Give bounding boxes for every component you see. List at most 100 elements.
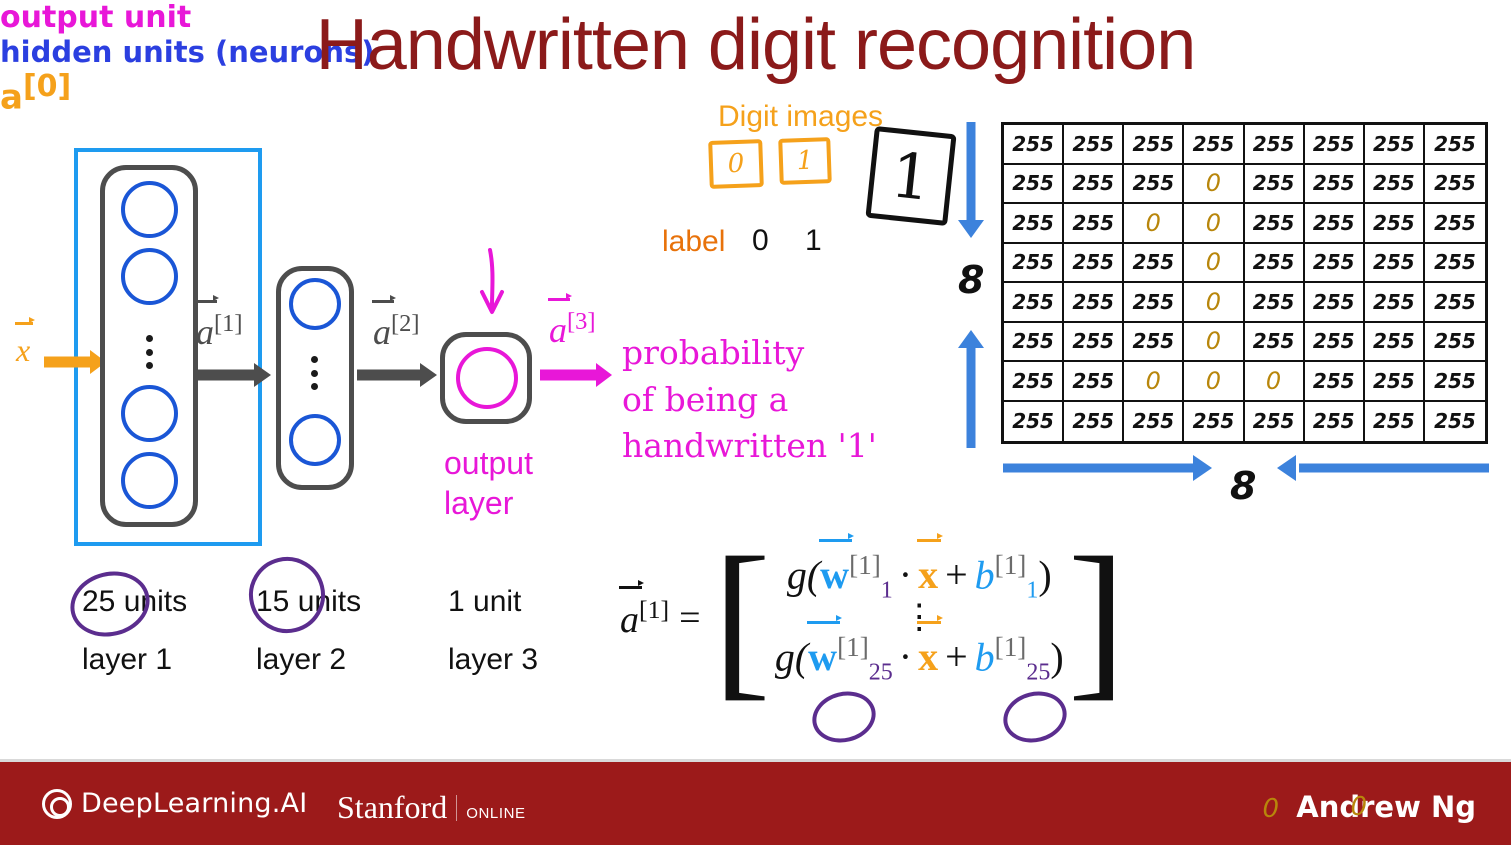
matrix-cell-r6-c6: 255: [1304, 322, 1365, 362]
layer1-neuron-25: [121, 452, 178, 509]
matrix-cell-r8-c5: 255: [1245, 401, 1305, 441]
stray-zero-mark-2: 0: [1350, 792, 1367, 822]
matrix-cell-r4-c8: 255: [1424, 244, 1485, 283]
matrix-cell-r2-c3: 255: [1124, 164, 1185, 204]
matrix-cell-r7-c6: 255: [1304, 362, 1365, 402]
layer-caption-2: 15 units layer 2: [256, 585, 362, 676]
matrix-cell-r6-c4: 0: [1184, 322, 1245, 362]
matrix-cell-r5-c7: 255: [1364, 283, 1425, 323]
matrix-cell-r2-c1: 255: [1004, 164, 1065, 204]
matrix-cell-r7-c1: 255: [1004, 362, 1065, 402]
matrix-cell-r4-c3: 255: [1124, 243, 1185, 283]
matrix-cell-r5-c1: 255: [1004, 283, 1065, 323]
matrix-cell-r4-c6: 255: [1304, 243, 1365, 283]
matrix-cell-r6-c2: 255: [1064, 322, 1125, 362]
matrix-cell-r1-c5: 255: [1244, 125, 1305, 165]
matrix-cell-r3-c2: 255: [1064, 204, 1125, 244]
matrix-cell-r6-c3: 255: [1124, 322, 1185, 362]
matrix-cell-r4-c2: 255: [1064, 243, 1125, 283]
probability-text: probability of being a handwritten '1': [622, 333, 877, 466]
matrix-cell-r2-c2: 255: [1064, 164, 1125, 204]
matrix-cell-r7-c3: 0: [1124, 362, 1185, 402]
matrix-cell-r8-c8: 255: [1434, 409, 1476, 434]
matrix-cell-r8-c1: 255: [1004, 401, 1065, 441]
layer1-neuron-24: [121, 385, 178, 442]
layer1-neuron-2: [121, 248, 178, 305]
output-unit-pointer-arrow: [480, 248, 504, 314]
matrix-bracket-right: ]: [1067, 521, 1126, 716]
matrix-cell-r2-c8: 255: [1424, 165, 1485, 204]
matrix-cell-r1-c6: 255: [1304, 125, 1365, 165]
matrix-cell-r4-c5: 255: [1244, 243, 1305, 283]
matrix-width-label: 8: [1230, 464, 1257, 508]
input-vector-x: x: [14, 317, 36, 368]
layer2-ellipsis-icon: [311, 356, 318, 390]
layer1-neuron-1: [121, 181, 178, 238]
matrix-cell-r5-c5: 255: [1244, 283, 1305, 323]
matrix-cell-r5-c8: 255: [1424, 283, 1485, 323]
output-layer-caption: output layer: [444, 445, 533, 521]
label-value-1: 1: [805, 224, 822, 257]
layer-caption-1: 25 units layer 1: [82, 585, 188, 676]
activation-equation: a[1] = [ g(w[1]1 · x + b[1]1) ⋮ g(w[1]25 · x + b…: [619, 521, 1126, 716]
matrix-cell-r1-c2: 255: [1064, 125, 1125, 165]
matrix-cell-r1-c7: 255: [1364, 125, 1425, 165]
label-value-0: 0: [752, 224, 769, 257]
presenter-name: Andrew Ng: [1296, 790, 1476, 824]
matrix-cell-r6-c7: 255: [1364, 322, 1425, 362]
stanford-online-label: ONLINE: [466, 805, 526, 822]
circle-annotation-w25: [806, 685, 882, 749]
output-neuron: [456, 347, 518, 409]
activation-1-label: a[1]: [195, 294, 243, 352]
matrix-cell-r3-c7: 255: [1364, 204, 1425, 244]
matrix-bracket-left: [: [712, 521, 771, 716]
equation-vertical-ellipsis: ⋮: [902, 599, 937, 637]
pixel-intensity-matrix: 255 255 255 255 255 255 255 255 255 255 255 0 255 255…: [1001, 122, 1488, 444]
matrix-cell-r1-c4: 255: [1184, 125, 1245, 165]
matrix-cell-r6-c8: 255: [1424, 323, 1485, 362]
matrix-cell-r7-c2: 255: [1064, 362, 1125, 402]
matrix-cell-r7-c5: 0: [1244, 362, 1305, 402]
matrix-cell-r8-c2: 255: [1064, 401, 1125, 441]
matrix-cell-r4-c4: 0: [1184, 243, 1245, 283]
activation-3-label: a[3]: [548, 292, 596, 350]
matrix-cell-r7-c8: 255: [1424, 362, 1485, 402]
layer2-neuron-1: [289, 278, 341, 330]
matrix-cell-r5-c3: 255: [1124, 283, 1185, 323]
matrix-cell-r3-c8: 255: [1424, 204, 1485, 244]
matrix-cell-r2-c7: 255: [1364, 164, 1425, 204]
equation-lhs: a[1]: [619, 580, 670, 641]
matrix-cell-r4-c7: 255: [1364, 243, 1425, 283]
matrix-cell-r8-c3: 255: [1124, 401, 1185, 441]
matrix-cell-r2-c4: 0: [1184, 164, 1245, 204]
layer2-neuron-15: [289, 414, 341, 466]
matrix-cell-r4-c1: 255: [1004, 243, 1065, 283]
matrix-cell-r7-c7: 255: [1364, 362, 1425, 402]
slide-canvas: Handwritten digit recognition x a[1] a[2…: [0, 0, 1511, 845]
matrix-cell-r2-c5: 255: [1244, 164, 1305, 204]
input-vector-label: x: [14, 317, 36, 369]
matrix-cell-r3-c6: 255: [1304, 204, 1365, 244]
matrix-cell-r3-c4: 0: [1184, 204, 1245, 244]
equation-row-1: g(w[1]1 · x + b[1]1): [786, 533, 1052, 604]
matrix-cell-r1-c1: 255: [1004, 125, 1065, 165]
stanford-label: Stanford: [337, 789, 448, 825]
matrix-cell-r1-c3: 255: [1124, 125, 1185, 165]
handwritten-digit-sample: 1: [865, 125, 957, 227]
matrix-cell-r8-c6: 255: [1305, 401, 1365, 441]
equation-equals: =: [679, 597, 701, 640]
stray-zero-mark-1: 0: [1262, 794, 1279, 824]
deeplearning-label: DeepLearning.AI: [81, 788, 308, 819]
digit-images-heading: Digit images: [718, 100, 884, 133]
layer-caption-3: 1 unit layer 3: [448, 585, 539, 676]
matrix-cell-r8-c4: 255: [1184, 401, 1245, 441]
matrix-cell-r2-c6: 255: [1304, 164, 1365, 204]
matrix-cell-r6-c1: 255: [1004, 322, 1065, 362]
matrix-cell-r3-c3: 0: [1124, 204, 1185, 244]
matrix-cell-r6-c5: 255: [1244, 322, 1305, 362]
matrix-cell-r7-c4: 0: [1184, 362, 1245, 402]
matrix-cell-r8-c7: 255: [1365, 401, 1425, 441]
stanford-brand: Stanford ONLINE: [337, 789, 526, 826]
equation-row-2: g(w[1]25 · x + b[1]25): [774, 615, 1064, 686]
activation-2-label: a[2]: [372, 294, 420, 352]
